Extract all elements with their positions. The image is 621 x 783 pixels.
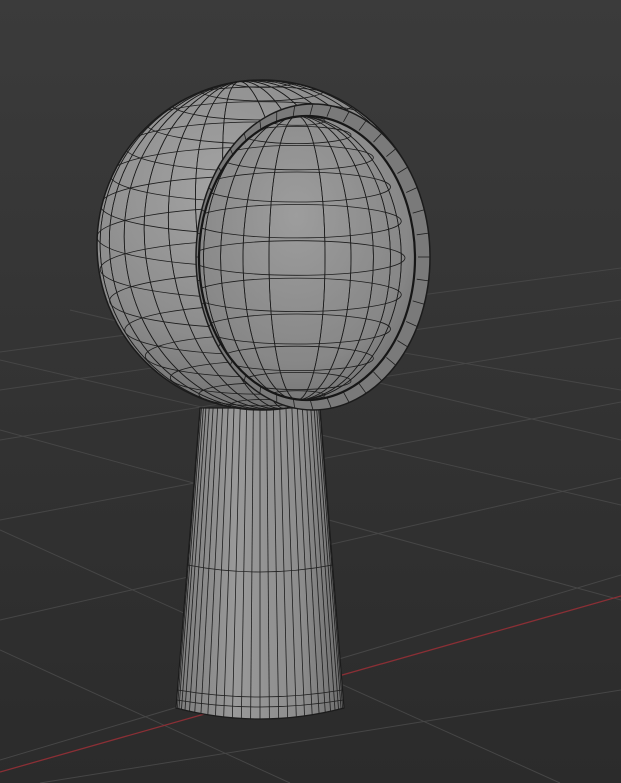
- 3d-viewport[interactable]: [0, 0, 621, 783]
- mesh-stem[interactable]: [175, 407, 345, 720]
- viewport-canvas[interactable]: [0, 0, 621, 783]
